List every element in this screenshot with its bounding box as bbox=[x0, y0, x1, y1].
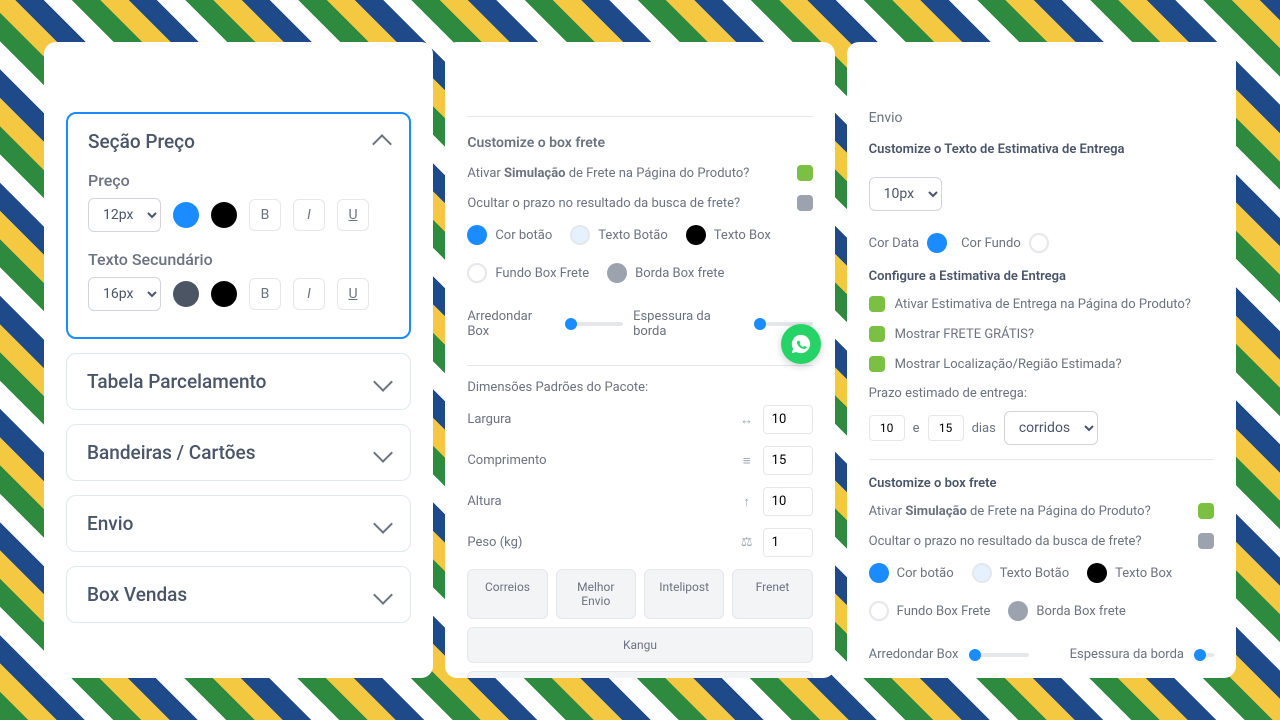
chip-kangu[interactable]: Kangu bbox=[467, 627, 812, 663]
chevron-up-icon bbox=[372, 134, 392, 154]
bold-button-2[interactable]: B bbox=[249, 278, 281, 310]
sim-label: Ativar Simulação de Frete na Página do P… bbox=[467, 166, 749, 181]
dim-title: Dimensões Padrões do Pacote: bbox=[467, 380, 812, 395]
accordion-bandeiras[interactable]: Bandeiras / Cartões bbox=[66, 424, 411, 481]
sim-label-2: Ativar Simulação de Frete na Página do P… bbox=[869, 504, 1151, 519]
sec-color-1[interactable] bbox=[173, 281, 199, 307]
secundario-size-select[interactable]: 16px bbox=[88, 277, 161, 311]
length-icon: ≡ bbox=[739, 453, 755, 469]
txt-botao-swatch-2[interactable] bbox=[972, 563, 992, 583]
accordion-tabela[interactable]: Tabela Parcelamento bbox=[66, 353, 411, 410]
middle-panel: Customize o box frete Ativar Simulação d… bbox=[445, 42, 834, 678]
cor-fundo-swatch[interactable] bbox=[1029, 233, 1049, 253]
chip-melhor[interactable]: Melhor Envio bbox=[556, 569, 636, 619]
sim-checkbox[interactable] bbox=[797, 165, 813, 181]
preco-color-1[interactable] bbox=[173, 202, 199, 228]
envio-title: Envio bbox=[869, 110, 1214, 126]
chevron-down-icon bbox=[373, 514, 393, 534]
text-size-select[interactable]: 10px bbox=[869, 177, 942, 211]
underline-button-2[interactable]: U bbox=[337, 278, 369, 310]
dias-min-input[interactable] bbox=[869, 415, 905, 441]
cor-botao-swatch-2[interactable] bbox=[869, 563, 889, 583]
chip-correios[interactable]: Correios bbox=[467, 569, 547, 619]
gratis-checkbox[interactable] bbox=[869, 326, 885, 342]
borda-swatch-2[interactable] bbox=[1008, 601, 1028, 621]
largura-input[interactable] bbox=[763, 405, 813, 434]
ativar-est-checkbox[interactable] bbox=[869, 296, 885, 312]
sim-checkbox-2[interactable] bbox=[1198, 503, 1214, 519]
whatsapp-fab[interactable] bbox=[781, 324, 821, 364]
chevron-down-icon bbox=[373, 585, 393, 605]
chevron-down-icon bbox=[373, 443, 393, 463]
left-panel: Seção Preço Preço 12px B I U Texto Secun… bbox=[44, 42, 433, 678]
italic-button[interactable]: I bbox=[293, 199, 325, 231]
accordion-box[interactable]: Box Vendas bbox=[66, 566, 411, 623]
italic-button-2[interactable]: I bbox=[293, 278, 325, 310]
accordion-envio[interactable]: Envio bbox=[66, 495, 411, 552]
txt-box-swatch-2[interactable] bbox=[1087, 563, 1107, 583]
chip-manda[interactable]: MandaBem bbox=[467, 671, 812, 678]
peso-input[interactable] bbox=[763, 528, 813, 557]
height-icon: ↑ bbox=[739, 494, 755, 510]
ocultar-checkbox[interactable] bbox=[797, 195, 813, 211]
cor-botao-swatch[interactable] bbox=[467, 225, 487, 245]
ocultar-label: Ocultar o prazo no resultado da busca de… bbox=[467, 196, 740, 211]
chip-frenet[interactable]: Frenet bbox=[732, 569, 812, 619]
arredondar-slider[interactable] bbox=[565, 322, 623, 326]
comprimento-input[interactable] bbox=[763, 446, 813, 475]
cor-data-swatch[interactable] bbox=[927, 233, 947, 253]
right-panel: Envio Customize o Texto de Estimativa de… bbox=[847, 42, 1236, 678]
width-icon: ↔ bbox=[739, 412, 755, 428]
chevron-down-icon bbox=[373, 372, 393, 392]
box-frete-title: Customize o box frete bbox=[467, 135, 812, 151]
preco-label: Preço bbox=[88, 171, 389, 190]
altura-input[interactable] bbox=[763, 487, 813, 516]
prazo-label: Prazo estimado de entrega: bbox=[869, 386, 1214, 401]
chip-inteli[interactable]: Intelipost bbox=[644, 569, 724, 619]
preco-size-select[interactable]: 12px bbox=[88, 198, 161, 232]
txt-box-swatch[interactable] bbox=[686, 225, 706, 245]
box-frete-title-2: Customize o box frete bbox=[869, 476, 1214, 491]
cust-text-title: Customize o Texto de Estimativa de Entre… bbox=[869, 142, 1214, 157]
preco-color-2[interactable] bbox=[211, 202, 237, 228]
fundo-swatch-2[interactable] bbox=[869, 601, 889, 621]
espessura-slider-2[interactable] bbox=[1194, 653, 1214, 657]
dias-tipo-select[interactable]: corridos bbox=[1004, 411, 1098, 445]
accordion-title: Seção Preço bbox=[88, 130, 195, 153]
dias-max-input[interactable] bbox=[928, 415, 964, 441]
borda-swatch[interactable] bbox=[607, 263, 627, 283]
sec-color-2[interactable] bbox=[211, 281, 237, 307]
accordion-preco[interactable]: Seção Preço Preço 12px B I U Texto Secun… bbox=[66, 112, 411, 339]
ocultar-checkbox-2[interactable] bbox=[1198, 533, 1214, 549]
local-checkbox[interactable] bbox=[869, 356, 885, 372]
fundo-swatch[interactable] bbox=[467, 263, 487, 283]
config-title: Configure a Estimativa de Entrega bbox=[869, 269, 1214, 284]
txt-botao-swatch[interactable] bbox=[570, 225, 590, 245]
arredondar-slider-2[interactable] bbox=[969, 653, 1029, 657]
secundario-label: Texto Secundário bbox=[88, 250, 389, 269]
weight-icon: ⚖ bbox=[739, 535, 755, 551]
bold-button[interactable]: B bbox=[249, 199, 281, 231]
underline-button[interactable]: U bbox=[337, 199, 369, 231]
